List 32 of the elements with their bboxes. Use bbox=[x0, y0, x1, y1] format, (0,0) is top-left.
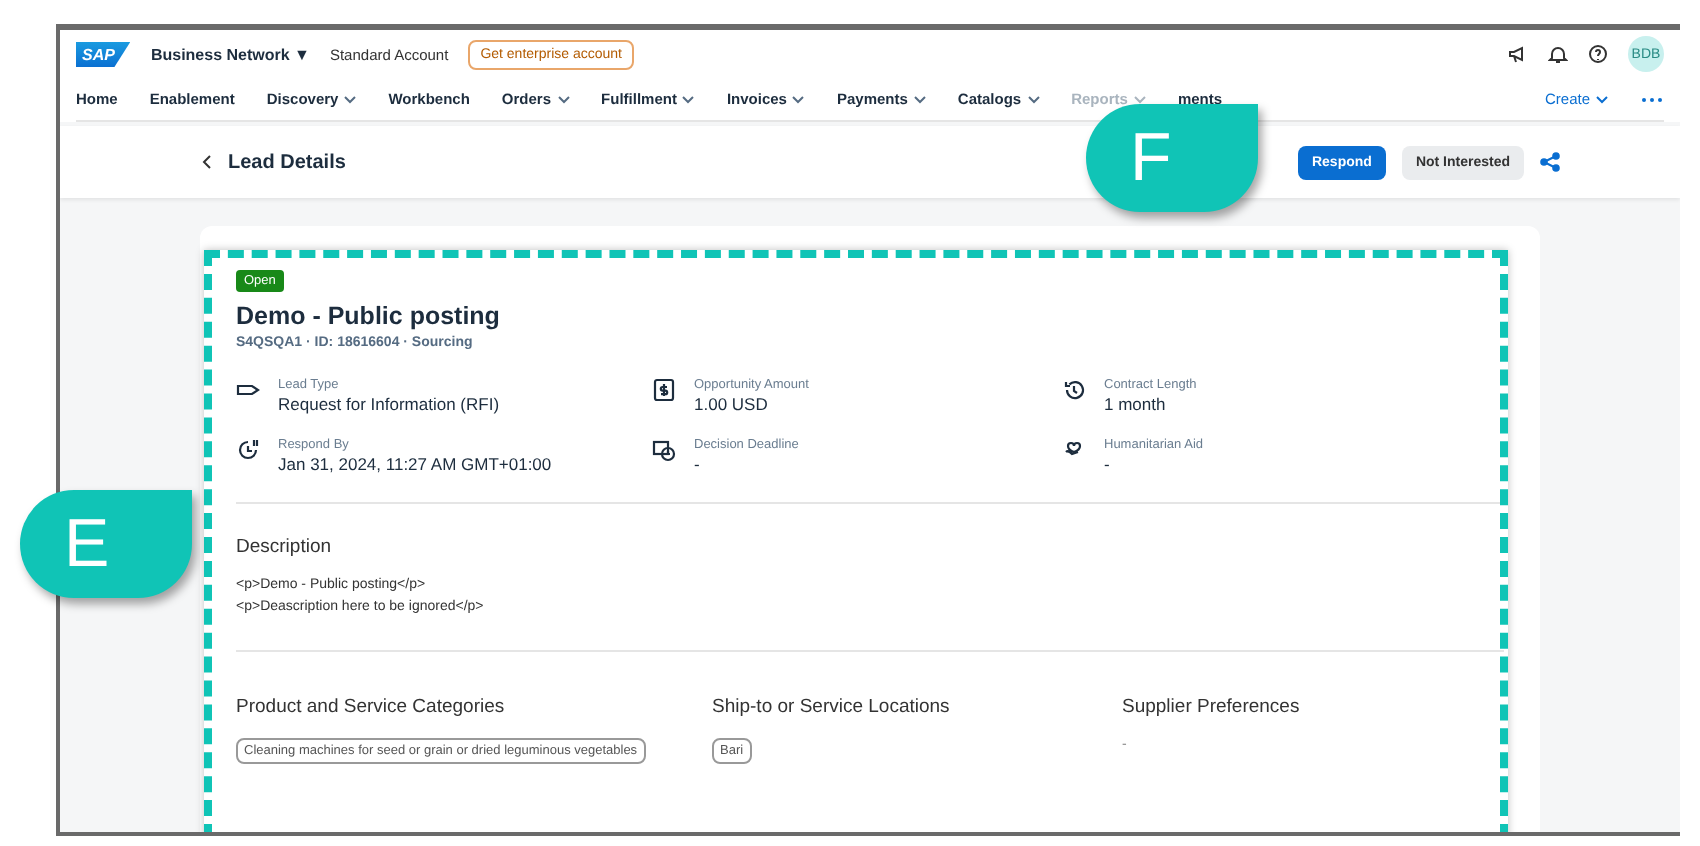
field-value: - bbox=[1104, 454, 1112, 474]
chevron-down-icon[interactable] bbox=[1027, 95, 1040, 103]
lead-title: Demo - Public posting bbox=[236, 302, 502, 330]
clock-icon bbox=[236, 438, 260, 462]
share-icon[interactable] bbox=[1540, 152, 1560, 172]
product-switcher[interactable]: Business Network ▼ bbox=[150, 45, 310, 63]
back-icon[interactable] bbox=[200, 154, 212, 170]
field-value: - bbox=[694, 454, 702, 474]
history-icon bbox=[1062, 378, 1086, 402]
logo[interactable]: SAP bbox=[76, 41, 131, 67]
callout-marker: F bbox=[1086, 104, 1258, 212]
section-heading: Supplier Preferences bbox=[1122, 696, 1302, 718]
section-heading: Description bbox=[236, 536, 334, 558]
field-value: Request for Information (RFI) bbox=[278, 394, 500, 414]
field-value: Jan 31, 2024, 11:27 AM GMT+01:00 bbox=[278, 454, 552, 474]
field-value: 1 month bbox=[1104, 394, 1168, 414]
bell-icon[interactable] bbox=[1548, 44, 1568, 64]
chevron-down-icon[interactable] bbox=[1596, 95, 1608, 103]
chevron-down-icon[interactable] bbox=[557, 95, 570, 103]
chevron-down-icon[interactable] bbox=[344, 95, 357, 103]
chevron-down-icon[interactable] bbox=[913, 95, 926, 103]
more-icon[interactable] bbox=[1640, 95, 1664, 103]
chevron-down-icon[interactable] bbox=[792, 95, 805, 103]
page-title: Lead Details bbox=[228, 151, 346, 173]
chevron-down-icon[interactable] bbox=[682, 95, 695, 103]
invoice-icon bbox=[652, 378, 676, 402]
callout-marker: E bbox=[20, 490, 192, 598]
help-icon[interactable] bbox=[1588, 44, 1608, 64]
field-value: 1.00 USD bbox=[694, 394, 770, 414]
megaphone-icon[interactable] bbox=[1508, 44, 1528, 64]
section-heading: Product and Service Categories bbox=[236, 696, 507, 718]
section-heading: Ship-to or Service Locations bbox=[712, 696, 952, 718]
